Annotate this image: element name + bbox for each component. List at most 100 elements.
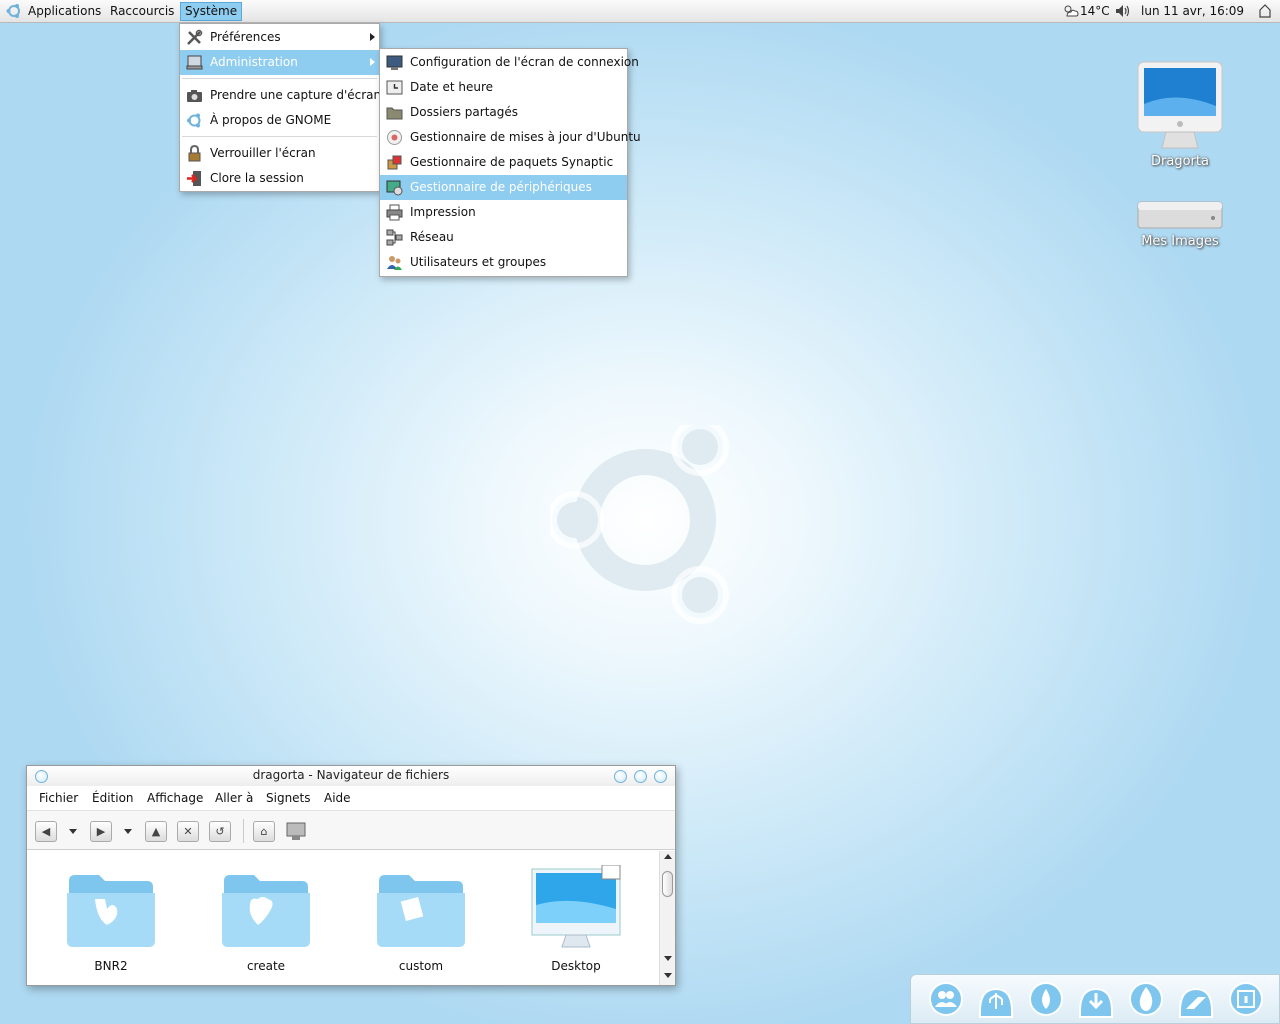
desktop-icon-label[interactable]: Dragorta bbox=[1130, 154, 1230, 169]
menu-item-about-gnome[interactable]: À propos de GNOME bbox=[180, 108, 379, 133]
ubuntu-logo-icon[interactable] bbox=[6, 3, 22, 19]
administration-submenu: Configuration de l'écran de connexion Da… bbox=[379, 48, 641, 277]
submenu-arrow-icon bbox=[370, 58, 375, 66]
menu-separator bbox=[182, 78, 377, 79]
menu-item-administration[interactable]: Administration bbox=[180, 50, 379, 75]
menu-item-label: Configuration de l'écran de connexion bbox=[410, 55, 639, 69]
file-view: BNR2 create custom Desktop bbox=[27, 851, 659, 985]
preferences-icon bbox=[187, 29, 203, 45]
ubuntu-watermark-logo bbox=[550, 425, 729, 624]
weather-temperature[interactable]: 14°C bbox=[1080, 3, 1110, 20]
shared-folder-icon bbox=[386, 107, 403, 120]
menu-item-date-time[interactable]: Date et heure bbox=[380, 75, 627, 100]
close-button[interactable] bbox=[654, 770, 667, 783]
menu-item-label: Gestionnaire de mises à jour d'Ubuntu bbox=[410, 130, 641, 144]
maximize-button[interactable] bbox=[634, 770, 647, 783]
camera-icon bbox=[187, 90, 202, 102]
info-icon[interactable] bbox=[1228, 981, 1264, 1019]
menu-item-shared-folders[interactable]: Dossiers partagés bbox=[380, 100, 627, 125]
window-title: dragorta - Navigateur de fichiers bbox=[252, 768, 450, 782]
menu-item-label: Utilisateurs et groupes bbox=[410, 255, 547, 269]
scroll-down-arrow-icon[interactable] bbox=[664, 956, 672, 961]
forward-history-dropdown-icon[interactable] bbox=[124, 829, 132, 834]
menu-item-update-manager[interactable]: Gestionnaire de mises à jour d'Ubuntu bbox=[380, 125, 641, 150]
lock-icon bbox=[188, 145, 201, 162]
menu-item-label: Administration bbox=[210, 55, 298, 69]
menu-item-preferences[interactable]: Préférences bbox=[180, 25, 379, 50]
computer-icon[interactable] bbox=[1136, 60, 1224, 152]
device-manager-icon bbox=[386, 180, 403, 196]
network-icon bbox=[386, 229, 403, 246]
stop-button[interactable]: ✕ bbox=[177, 821, 199, 842]
administration-icon bbox=[186, 55, 203, 70]
system-menu-dropdown: Préférences Administration Prendre une c… bbox=[179, 23, 393, 192]
menu-item-users-groups[interactable]: Utilisateurs et groupes bbox=[380, 250, 627, 275]
weather-icon[interactable] bbox=[1063, 4, 1079, 18]
menu-item-device-manager[interactable]: Gestionnaire de périphériques bbox=[380, 175, 627, 200]
reload-button[interactable]: ↺ bbox=[209, 821, 231, 842]
menu-separator bbox=[182, 136, 377, 137]
download-icon[interactable] bbox=[1078, 981, 1114, 1019]
raccourcis-menu[interactable]: Raccourcis bbox=[106, 2, 178, 21]
file-label-bnr2[interactable]: BNR2 bbox=[56, 959, 166, 973]
window-titlebar[interactable]: dragorta - Navigateur de fichiers bbox=[27, 766, 675, 786]
window-toolbar: ◀ ▶ ▲ ✕ ↺ ⌂ bbox=[27, 810, 675, 850]
clock[interactable]: lun 11 avr, 16:09 bbox=[1141, 3, 1244, 20]
menu-item-label: Préférences bbox=[210, 30, 281, 44]
vertical-scrollbar[interactable] bbox=[659, 851, 675, 985]
menu-item-login-screen[interactable]: Configuration de l'écran de connexion bbox=[380, 50, 639, 75]
menu-item-printing[interactable]: Impression bbox=[380, 200, 627, 225]
file-label-desktop[interactable]: Desktop bbox=[521, 959, 631, 973]
menu-affichage[interactable]: Affichage bbox=[147, 791, 203, 805]
scroll-down-arrow-icon[interactable] bbox=[664, 973, 672, 978]
top-panel: Applications Raccourcis Système 14°C lun… bbox=[0, 0, 1280, 23]
menu-item-screenshot[interactable]: Prendre une capture d'écran... bbox=[180, 83, 393, 108]
flame-icon[interactable] bbox=[1128, 981, 1164, 1019]
window-menubar: Fichier Édition Affichage Aller à Signet… bbox=[27, 786, 675, 810]
systeme-menu[interactable]: Système bbox=[180, 2, 243, 21]
file-label-create[interactable]: create bbox=[211, 959, 321, 973]
menu-item-network[interactable]: Réseau bbox=[380, 225, 627, 250]
folder-icon-bnr2[interactable] bbox=[65, 869, 157, 949]
scrollbar-thumb[interactable] bbox=[662, 871, 673, 897]
scroll-up-arrow-icon[interactable] bbox=[664, 854, 672, 859]
computer-button-icon[interactable] bbox=[285, 821, 307, 842]
menu-item-synaptic[interactable]: Gestionnaire de paquets Synaptic bbox=[380, 150, 627, 175]
logout-icon bbox=[187, 171, 201, 186]
menu-aide[interactable]: Aide bbox=[324, 791, 351, 805]
installer-icon[interactable] bbox=[1178, 981, 1214, 1019]
folder-icon-desktop[interactable] bbox=[530, 865, 626, 951]
folder-icon-custom[interactable] bbox=[375, 869, 467, 949]
applications-menu[interactable]: Applications bbox=[24, 2, 105, 21]
menu-edition[interactable]: Édition bbox=[92, 791, 134, 805]
menu-fichier[interactable]: Fichier bbox=[39, 791, 78, 805]
menu-item-lock-screen[interactable]: Verrouiller l'écran bbox=[180, 141, 379, 166]
usb-icon[interactable] bbox=[978, 981, 1014, 1019]
menu-item-label: Dossiers partagés bbox=[410, 105, 519, 119]
drive-icon[interactable] bbox=[1137, 200, 1223, 230]
menu-item-label: Prendre une capture d'écran... bbox=[210, 88, 393, 102]
forward-button[interactable]: ▶ bbox=[90, 821, 112, 842]
folder-icon-create[interactable] bbox=[220, 869, 312, 949]
menu-aller-a[interactable]: Aller à bbox=[215, 791, 253, 805]
menu-item-label: Impression bbox=[410, 205, 476, 219]
gnome-icon bbox=[187, 113, 201, 128]
menu-item-label: Gestionnaire de périphériques bbox=[410, 180, 592, 194]
ink-icon[interactable] bbox=[1028, 981, 1064, 1019]
volume-icon[interactable] bbox=[1115, 4, 1131, 18]
menu-signets[interactable]: Signets bbox=[266, 791, 311, 805]
menu-item-label: Verrouiller l'écran bbox=[210, 146, 316, 160]
desktop-icon-label[interactable]: Mes Images bbox=[1130, 234, 1230, 249]
minimize-button[interactable] bbox=[614, 770, 627, 783]
file-label-custom[interactable]: custom bbox=[366, 959, 476, 973]
users-icon[interactable] bbox=[928, 981, 964, 1019]
clock-icon bbox=[386, 80, 403, 95]
menu-item-logout[interactable]: Clore la session bbox=[180, 166, 379, 191]
home-button[interactable]: ⌂ bbox=[253, 821, 275, 842]
up-button[interactable]: ▲ bbox=[145, 821, 167, 842]
back-history-dropdown-icon[interactable] bbox=[69, 829, 77, 834]
menu-item-label: Clore la session bbox=[210, 171, 304, 185]
back-button[interactable]: ◀ bbox=[35, 821, 57, 842]
logout-power-icon[interactable] bbox=[1258, 4, 1272, 18]
printer-icon bbox=[386, 204, 403, 221]
